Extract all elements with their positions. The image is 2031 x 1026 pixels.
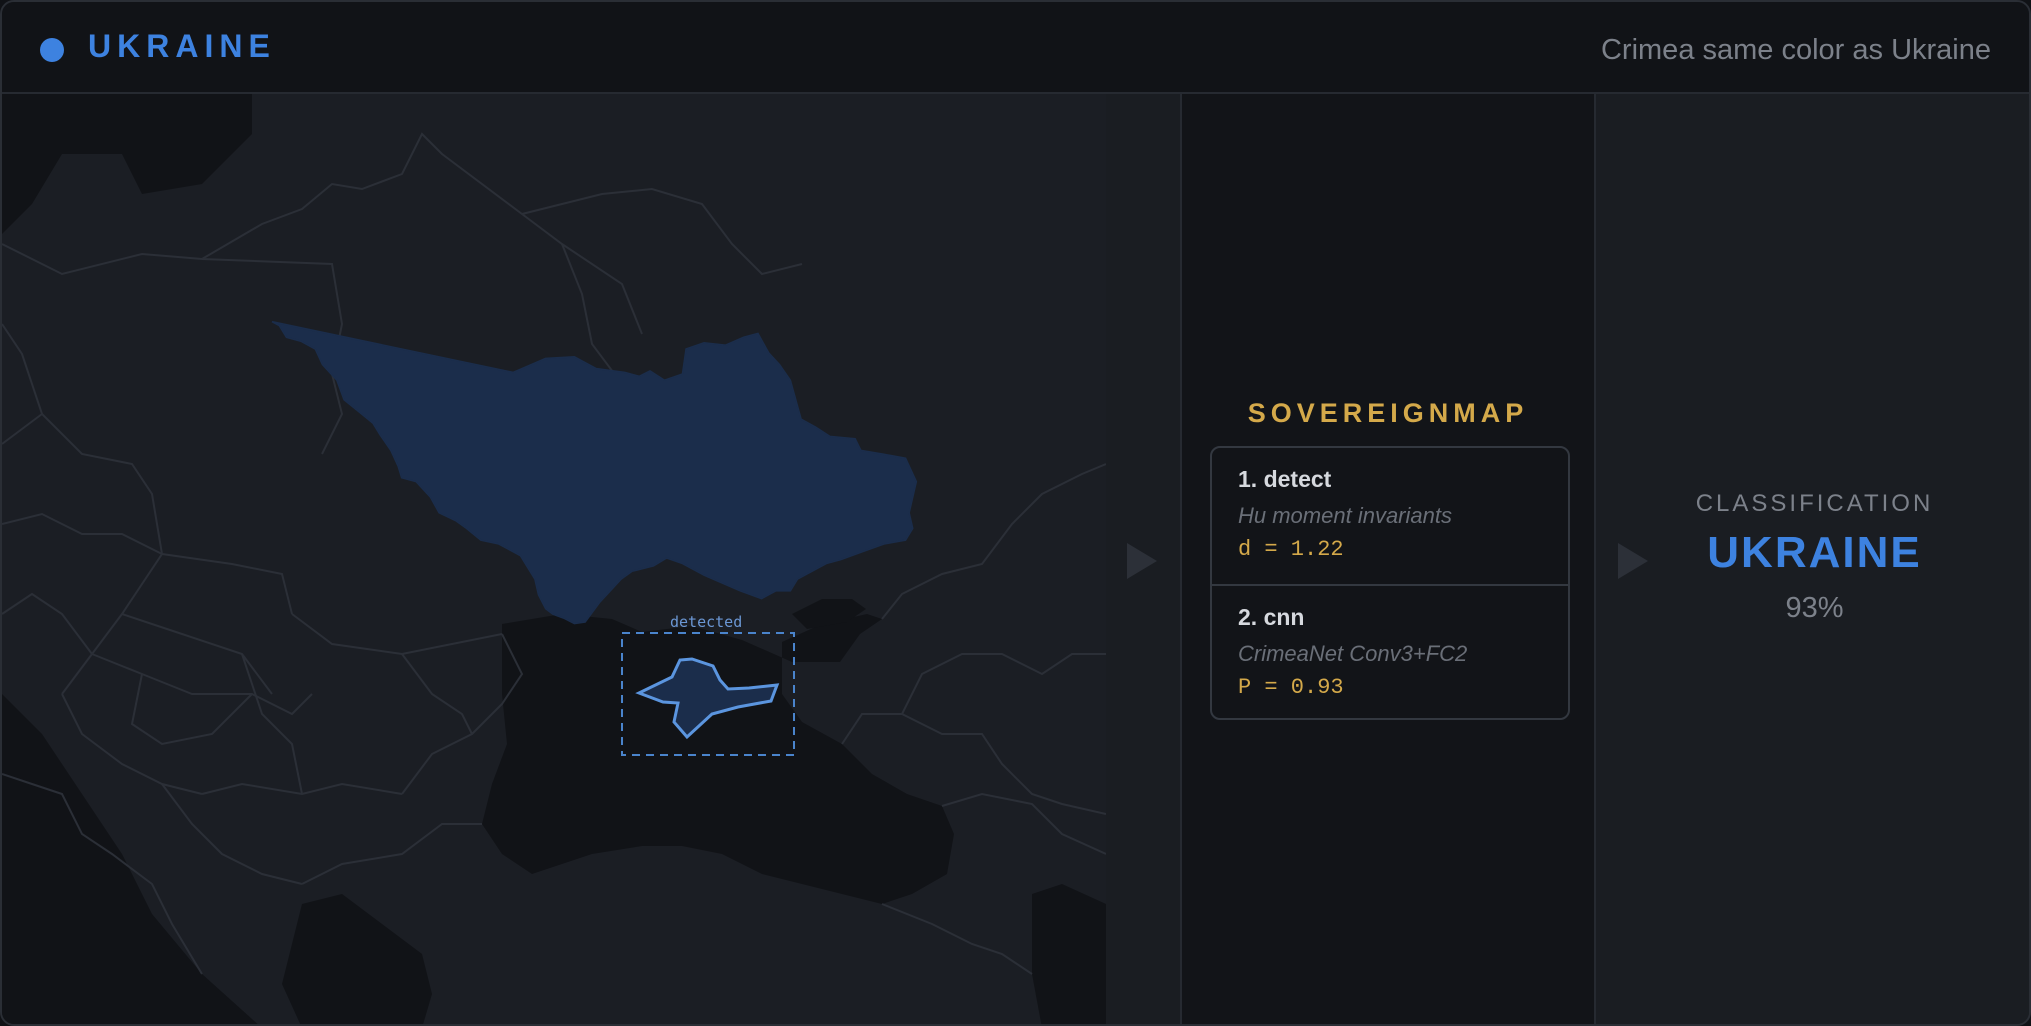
baltic-sea (2, 94, 252, 234)
pipeline-steps: 1. detect Hu moment invariants d = 1.22 … (1210, 446, 1570, 720)
result-panel: CLASSIFICATION UKRAINE 93% (1596, 94, 2029, 1024)
page-title: UKRAINE (88, 28, 276, 64)
step-method: CrimeaNet Conv3+FC2 (1238, 641, 1468, 666)
step-metric: P = 0.93 (1238, 675, 1344, 700)
classification-value: UKRAINE (1707, 528, 1922, 577)
header: UKRAINE Crimea same color as Ukraine (2, 2, 2029, 94)
detection-label: detected (670, 613, 743, 631)
flow-arrow-icon (1618, 543, 1648, 579)
flow-arrow-icon (1127, 543, 1157, 579)
map-canvas (2, 94, 1106, 1024)
step-cnn[interactable]: 2. cnn CrimeaNet Conv3+FC2 P = 0.93 (1212, 584, 1568, 718)
caspian-coast (1032, 884, 1106, 1024)
step-metric: d = 1.22 (1238, 537, 1344, 562)
aegean-sea (282, 894, 432, 1024)
mediterranean-sea (2, 694, 258, 1024)
header-caption: Crimea same color as Ukraine (1600, 34, 1991, 66)
map-panel[interactable]: detected (2, 94, 1106, 1024)
black-sea (482, 614, 954, 904)
step-name: 2. cnn (1238, 604, 1305, 630)
app-frame: UKRAINE Crimea same color as Ukraine det… (0, 0, 2031, 1026)
step-method: Hu moment invariants (1238, 503, 1452, 528)
ukraine-shape (271, 320, 918, 625)
classification-label: CLASSIFICATION (1695, 490, 1934, 517)
pipeline-panel: SOVEREIGNMAP 1. detect Hu moment invaria… (1180, 94, 1596, 1024)
step-name: 1. detect (1238, 466, 1332, 492)
status-dot (40, 38, 64, 62)
confidence-value: 93% (1785, 592, 1844, 624)
step-detect[interactable]: 1. detect Hu moment invariants d = 1.22 (1212, 448, 1568, 584)
pipeline-title: SOVEREIGNMAP (1247, 398, 1529, 428)
